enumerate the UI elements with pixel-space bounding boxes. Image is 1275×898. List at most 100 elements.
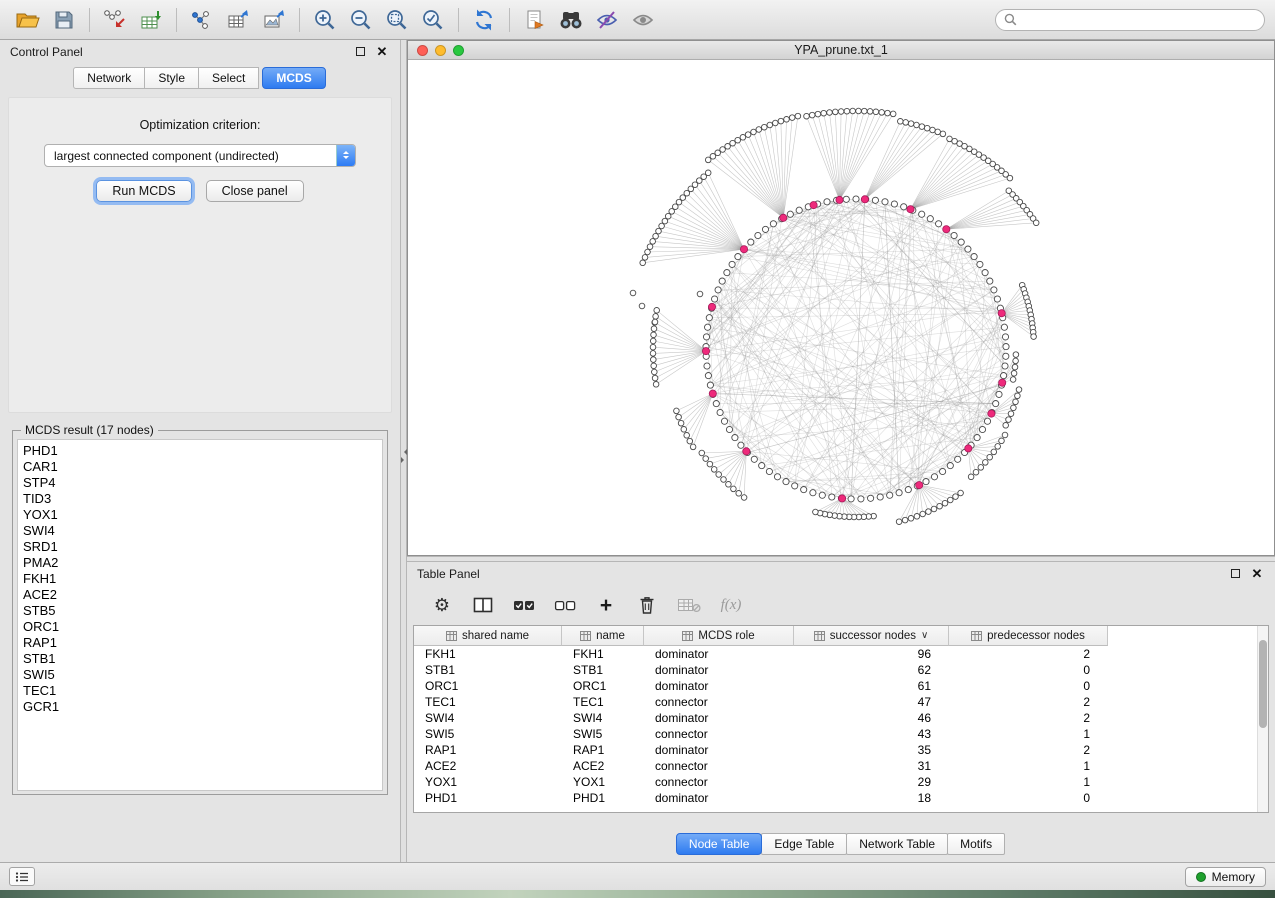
result-node[interactable]: TID3: [23, 491, 382, 507]
result-node[interactable]: SRD1: [23, 539, 382, 555]
result-node[interactable]: ACE2: [23, 587, 382, 603]
search-network-button[interactable]: [553, 4, 589, 36]
cell-mcds-role[interactable]: connector: [644, 726, 794, 742]
cell-name[interactable]: SWI5: [562, 726, 644, 742]
cell-predecessor-nodes[interactable]: 0: [949, 662, 1108, 678]
cell-shared-name[interactable]: PHD1: [414, 790, 562, 806]
tab-mcds[interactable]: MCDS: [262, 67, 325, 89]
select-all-button[interactable]: [513, 593, 535, 617]
delete-column-button[interactable]: [636, 593, 658, 617]
cell-successor-nodes[interactable]: 62: [794, 662, 949, 678]
cell-successor-nodes[interactable]: 96: [794, 646, 949, 662]
run-mcds-button[interactable]: Run MCDS: [96, 180, 191, 202]
close-table-panel-button[interactable]: ✕: [1249, 566, 1265, 582]
zoom-in-button[interactable]: [307, 4, 343, 36]
cell-predecessor-nodes[interactable]: 0: [949, 790, 1108, 806]
result-node[interactable]: CAR1: [23, 459, 382, 475]
cell-name[interactable]: PHD1: [562, 790, 644, 806]
result-node[interactable]: TEC1: [23, 683, 382, 699]
search-input[interactable]: [1022, 13, 1256, 27]
tab-network[interactable]: Network: [73, 67, 145, 89]
cell-name[interactable]: STB1: [562, 662, 644, 678]
close-panel-button[interactable]: ✕: [374, 44, 390, 60]
result-node[interactable]: STP4: [23, 475, 382, 491]
memory-button[interactable]: Memory: [1185, 867, 1266, 887]
export-image-button[interactable]: [256, 4, 292, 36]
cell-shared-name[interactable]: SWI4: [414, 710, 562, 726]
result-node[interactable]: SWI4: [23, 523, 382, 539]
cell-predecessor-nodes[interactable]: 1: [949, 774, 1108, 790]
table-row[interactable]: SWI5 SWI5 connector 43 1: [414, 726, 1108, 742]
result-node[interactable]: PMA2: [23, 555, 382, 571]
cell-shared-name[interactable]: ORC1: [414, 678, 562, 694]
cell-successor-nodes[interactable]: 61: [794, 678, 949, 694]
import-table-button[interactable]: [133, 4, 169, 36]
hide-selected-button[interactable]: [589, 4, 625, 36]
column-header-mcds-role[interactable]: MCDS role: [644, 626, 794, 646]
apply-layout-button[interactable]: [466, 4, 502, 36]
cell-successor-nodes[interactable]: 29: [794, 774, 949, 790]
function-builder-button[interactable]: f(x): [720, 593, 742, 617]
splitter-handle-icon[interactable]: [401, 445, 406, 467]
column-header-predecessor-nodes[interactable]: predecessor nodes: [949, 626, 1108, 646]
cell-predecessor-nodes[interactable]: 1: [949, 726, 1108, 742]
cell-shared-name[interactable]: ACE2: [414, 758, 562, 774]
table-row[interactable]: FKH1 FKH1 dominator 96 2: [414, 646, 1108, 662]
tab-node-table[interactable]: Node Table: [676, 833, 763, 855]
float-table-panel-button[interactable]: [1227, 566, 1243, 582]
cell-successor-nodes[interactable]: 35: [794, 742, 949, 758]
cell-name[interactable]: TEC1: [562, 694, 644, 710]
tab-network-table[interactable]: Network Table: [846, 833, 948, 855]
result-node[interactable]: YOX1: [23, 507, 382, 523]
cell-predecessor-nodes[interactable]: 2: [949, 646, 1108, 662]
result-node[interactable]: GCR1: [23, 699, 382, 715]
table-row[interactable]: SWI4 SWI4 dominator 46 2: [414, 710, 1108, 726]
network-canvas[interactable]: [408, 60, 1274, 555]
close-panel-action-button[interactable]: Close panel: [206, 180, 304, 202]
tab-motifs[interactable]: Motifs: [947, 833, 1005, 855]
cell-successor-nodes[interactable]: 18: [794, 790, 949, 806]
float-panel-button[interactable]: [352, 44, 368, 60]
task-history-button[interactable]: [9, 867, 35, 886]
cell-name[interactable]: RAP1: [562, 742, 644, 758]
import-network-button[interactable]: [97, 4, 133, 36]
result-node[interactable]: ORC1: [23, 619, 382, 635]
result-node[interactable]: PHD1: [23, 443, 382, 459]
cell-mcds-role[interactable]: dominator: [644, 790, 794, 806]
zoom-window-button[interactable]: [453, 45, 464, 56]
show-columns-button[interactable]: [472, 593, 494, 617]
table-row[interactable]: TEC1 TEC1 connector 47 2: [414, 694, 1108, 710]
table-row[interactable]: YOX1 YOX1 connector 29 1: [414, 774, 1108, 790]
deselect-all-button[interactable]: [554, 593, 576, 617]
tab-select[interactable]: Select: [198, 67, 259, 89]
cell-shared-name[interactable]: FKH1: [414, 646, 562, 662]
cell-predecessor-nodes[interactable]: 0: [949, 678, 1108, 694]
network-graph[interactable]: [408, 60, 1274, 555]
add-column-button[interactable]: +: [595, 593, 617, 617]
cell-mcds-role[interactable]: dominator: [644, 662, 794, 678]
table-row[interactable]: ORC1 ORC1 dominator 61 0: [414, 678, 1108, 694]
cell-mcds-role[interactable]: connector: [644, 774, 794, 790]
result-node[interactable]: FKH1: [23, 571, 382, 587]
result-node[interactable]: STB1: [23, 651, 382, 667]
show-all-button[interactable]: [625, 4, 661, 36]
tab-style[interactable]: Style: [144, 67, 199, 89]
cell-mcds-role[interactable]: connector: [644, 758, 794, 774]
column-header-successor-nodes[interactable]: successor nodes ∨: [794, 626, 949, 646]
cell-mcds-role[interactable]: dominator: [644, 710, 794, 726]
cell-name[interactable]: SWI4: [562, 710, 644, 726]
table-row[interactable]: ACE2 ACE2 connector 31 1: [414, 758, 1108, 774]
zoom-out-button[interactable]: [343, 4, 379, 36]
table-row[interactable]: PHD1 PHD1 dominator 18 0: [414, 790, 1108, 806]
column-header-name[interactable]: name: [562, 626, 644, 646]
cell-mcds-role[interactable]: dominator: [644, 742, 794, 758]
column-header-shared-name[interactable]: shared name: [414, 626, 562, 646]
minimize-window-button[interactable]: [435, 45, 446, 56]
table-row[interactable]: STB1 STB1 dominator 62 0: [414, 662, 1108, 678]
page-share-button[interactable]: [517, 4, 553, 36]
criterion-dropdown[interactable]: largest connected component (undirected): [44, 144, 356, 167]
cell-mcds-role[interactable]: dominator: [644, 646, 794, 662]
table-row[interactable]: RAP1 RAP1 dominator 35 2: [414, 742, 1108, 758]
cell-predecessor-nodes[interactable]: 1: [949, 758, 1108, 774]
clear-table-button-disabled[interactable]: [677, 593, 701, 617]
